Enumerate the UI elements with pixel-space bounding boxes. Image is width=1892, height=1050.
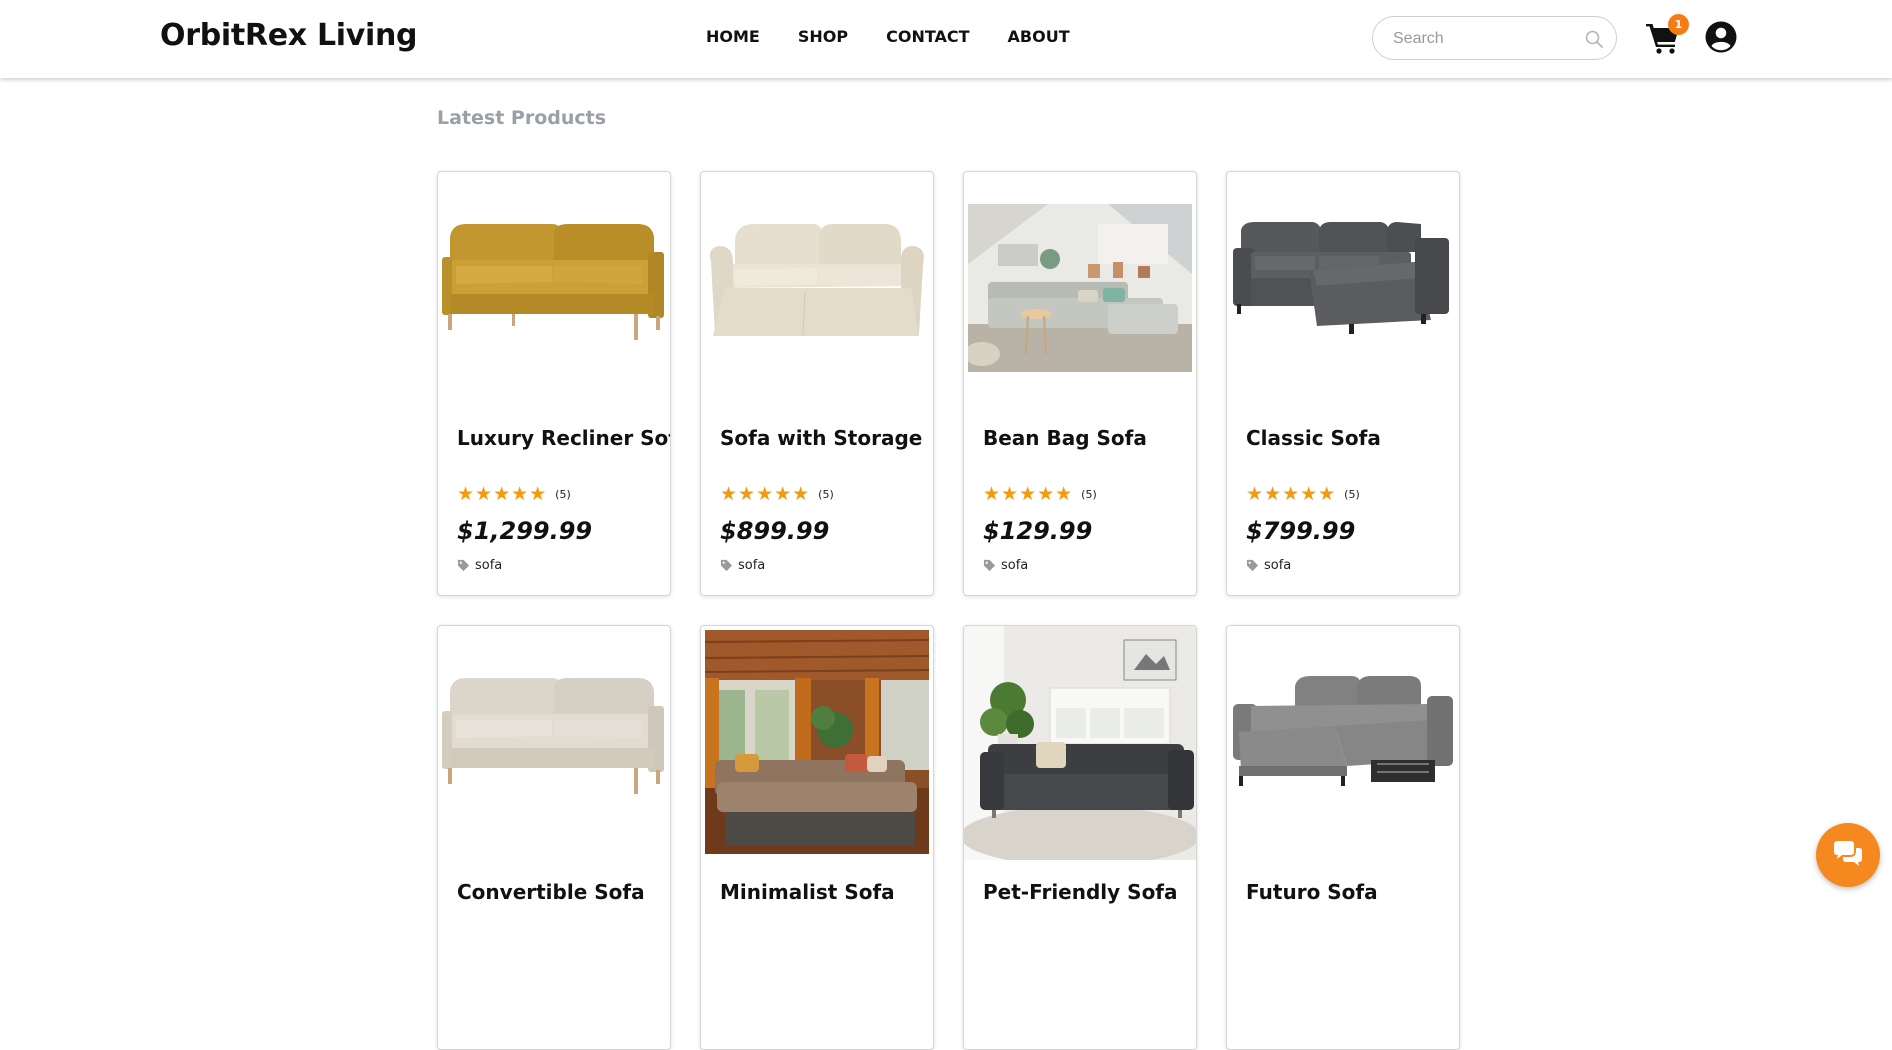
product-tag[interactable]: sofa [983,558,1028,573]
section-title: Latest Products [437,107,607,129]
product-rating: ★★★★★ (5) [457,483,571,506]
product-price: $799.99 [1246,517,1356,545]
cart-count-badge: 1 [1668,14,1689,35]
product-image-brown-sectional-room[interactable] [705,630,929,854]
product-card[interactable]: Sofa with Storage ★★★★★ (5) $899.99 sofa [700,171,934,596]
product-card[interactable]: Minimalist Sofa [700,625,934,1050]
product-name[interactable]: Luxury Recliner Sofa [457,426,670,450]
product-image-grey-sofa-bed[interactable] [1231,656,1455,831]
brand-logo[interactable]: OrbitRex Living [160,18,418,53]
chat-bubbles-icon [1834,841,1862,866]
product-image-grey-sectional[interactable] [968,204,1192,372]
product-name[interactable]: Classic Sofa [1246,426,1381,450]
star-rating-icons: ★★★★★ [457,484,548,505]
product-name[interactable]: Sofa with Storage [720,426,922,450]
search-icon[interactable] [1584,29,1604,49]
product-image-beige-sofa[interactable] [442,656,666,831]
tag-label: sofa [475,558,503,573]
rating-count: (5) [1344,488,1360,501]
product-price: $1,299.99 [457,517,593,545]
rating-count: (5) [818,488,834,501]
product-name[interactable]: Minimalist Sofa [720,880,895,904]
nav-home[interactable]: HOME [706,27,760,46]
tag-label: sofa [1001,558,1029,573]
product-rating: ★★★★★ (5) [983,483,1097,506]
star-rating-icons: ★★★★★ [983,484,1074,505]
product-card[interactable]: Futuro Sofa [1226,625,1460,1050]
star-rating-icons: ★★★★★ [1246,484,1337,505]
product-price: $129.99 [983,517,1093,545]
product-card[interactable]: Convertible Sofa [437,625,671,1050]
main-nav: HOME SHOP CONTACT ABOUT [706,27,1108,46]
product-card[interactable]: Luxury Recliner Sofa ★★★★★ (5) $1,299.99… [437,171,671,596]
tag-label: sofa [738,558,766,573]
product-rating: ★★★★★ (5) [720,483,834,506]
product-card[interactable]: Classic Sofa ★★★★★ (5) $799.99 sofa [1226,171,1460,596]
product-image-black-sofa-room[interactable] [964,626,1196,860]
product-card[interactable]: Pet-Friendly Sofa [963,625,1197,1050]
tag-icon [983,559,996,572]
product-rating: ★★★★★ (5) [1246,483,1360,506]
product-name[interactable]: Futuro Sofa [1246,880,1378,904]
product-tag[interactable]: sofa [457,558,502,573]
product-tag[interactable]: sofa [1246,558,1291,573]
site-header: OrbitRex Living HOME SHOP CONTACT ABOUT … [0,0,1892,78]
tag-icon [720,559,733,572]
product-image-cream-sofa[interactable] [705,202,929,377]
search-box [1372,16,1617,60]
product-card[interactable]: Bean Bag Sofa ★★★★★ (5) $129.99 sofa [963,171,1197,596]
account-icon[interactable] [1705,21,1737,53]
product-tag[interactable]: sofa [720,558,765,573]
tag-icon [1246,559,1259,572]
nav-about[interactable]: ABOUT [1008,27,1070,46]
star-rating-icons: ★★★★★ [720,484,811,505]
rating-count: (5) [555,488,571,501]
tag-icon [457,559,470,572]
product-name[interactable]: Pet-Friendly Sofa [983,880,1178,904]
product-price: $899.99 [720,517,830,545]
nav-contact[interactable]: CONTACT [886,27,969,46]
nav-shop[interactable]: SHOP [798,27,848,46]
chat-button[interactable] [1816,823,1880,887]
product-image-mustard-sofa[interactable] [442,202,666,377]
tag-label: sofa [1264,558,1292,573]
product-image-dark-chaise-sofa[interactable] [1231,202,1455,377]
search-input[interactable] [1393,27,1573,51]
product-name[interactable]: Convertible Sofa [457,880,645,904]
product-name[interactable]: Bean Bag Sofa [983,426,1147,450]
rating-count: (5) [1081,488,1097,501]
